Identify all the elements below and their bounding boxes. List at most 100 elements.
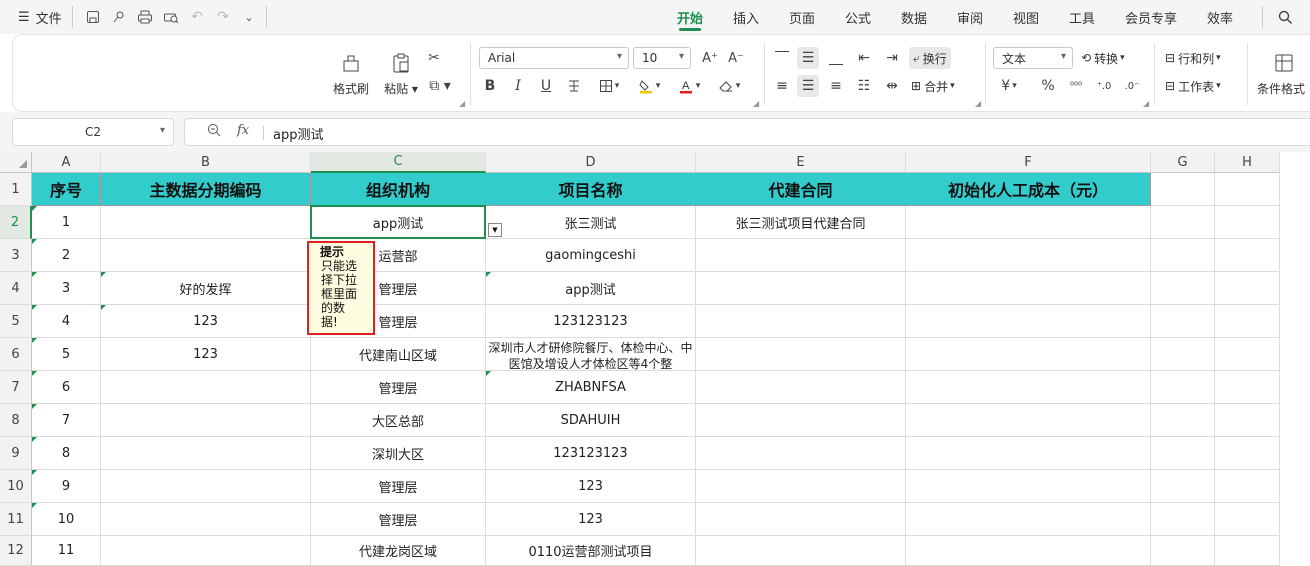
table-cell[interactable]: app测试 [311, 206, 486, 239]
table-cell[interactable] [696, 305, 906, 338]
table-cell[interactable] [906, 371, 1151, 404]
table-cell[interactable]: 张三测试项目代建合同 [696, 206, 906, 239]
cell[interactable] [1151, 239, 1215, 272]
cell[interactable] [1151, 503, 1215, 536]
table-cell[interactable]: 2 [32, 239, 101, 272]
table-cell[interactable]: 6 [32, 371, 101, 404]
print-preview-icon[interactable] [162, 8, 180, 26]
header-cell[interactable]: 组织机构 [311, 173, 486, 206]
table-cell[interactable] [696, 371, 906, 404]
table-cell[interactable]: SDAHUIH [486, 404, 696, 437]
table-cell[interactable] [906, 338, 1151, 371]
table-cell[interactable] [101, 371, 311, 404]
table-cell[interactable] [696, 437, 906, 470]
dropdown-arrow-button[interactable]: ▼ [488, 223, 502, 237]
cell[interactable] [1151, 272, 1215, 305]
header-cell[interactable]: 代建合同 [696, 173, 906, 206]
header-cell[interactable]: 序号 [32, 173, 101, 206]
cell[interactable] [1215, 503, 1280, 536]
table-cell[interactable]: 123 [486, 470, 696, 503]
eraser-icon[interactable]: ▾ [713, 75, 745, 97]
table-cell[interactable]: 深圳市人才研修院餐厅、体检中心、中医馆及增设人才体检区等4个整 [486, 338, 696, 371]
table-cell[interactable]: 管理层 [311, 503, 486, 536]
table-cell[interactable]: 8 [32, 437, 101, 470]
tab-insert[interactable]: 插入 [733, 0, 759, 34]
column-header-g[interactable]: G [1151, 152, 1215, 173]
column-header-c[interactable]: C [311, 152, 486, 173]
align-center-icon[interactable]: ☰ [797, 75, 819, 97]
share-icon[interactable] [110, 8, 128, 26]
table-cell[interactable]: 123 [486, 503, 696, 536]
file-menu[interactable]: ☰ 文件 [18, 0, 62, 34]
zoom-icon[interactable] [207, 123, 221, 141]
strikethrough-icon[interactable] [563, 75, 585, 97]
font-name-select[interactable]: Arial ▾ [479, 47, 629, 69]
table-cell[interactable]: 123123123 [486, 437, 696, 470]
justify-icon[interactable]: ☷ [853, 75, 875, 97]
launcher-icon[interactable]: ◢ [753, 99, 759, 108]
table-cell[interactable] [696, 239, 906, 272]
search-icon[interactable] [1276, 8, 1294, 26]
font-size-select[interactable]: 10 ▾ [633, 47, 691, 69]
column-header-e[interactable]: E [696, 152, 906, 173]
table-cell[interactable] [101, 470, 311, 503]
cell[interactable] [1215, 404, 1280, 437]
conditional-format-button[interactable]: 条件格式 [1257, 45, 1310, 101]
wrap-text-button[interactable]: ⤶ 换行 [909, 47, 951, 69]
row-header-10[interactable]: 10 [0, 470, 32, 503]
increase-font-icon[interactable]: A⁺ [699, 47, 721, 69]
table-cell[interactable] [696, 536, 906, 566]
cell[interactable] [1151, 371, 1215, 404]
italic-icon[interactable]: I [507, 75, 529, 97]
cell[interactable] [1215, 206, 1280, 239]
table-cell[interactable] [696, 503, 906, 536]
column-header-f[interactable]: F [906, 152, 1151, 173]
tab-home[interactable]: 开始 [677, 0, 703, 34]
column-header-a[interactable]: A [32, 152, 101, 173]
table-cell[interactable]: 11 [32, 536, 101, 566]
table-cell[interactable] [101, 437, 311, 470]
column-header-d[interactable]: D [486, 152, 696, 173]
table-cell[interactable] [696, 470, 906, 503]
save-icon[interactable] [84, 8, 102, 26]
table-cell[interactable] [906, 239, 1151, 272]
tab-page[interactable]: 页面 [789, 0, 815, 34]
table-cell[interactable] [696, 404, 906, 437]
cell[interactable] [1215, 173, 1280, 206]
header-cell[interactable]: 项目名称 [486, 173, 696, 206]
table-cell[interactable]: 123123123 [486, 305, 696, 338]
cut-icon[interactable]: ✂ [423, 47, 445, 69]
table-cell[interactable]: 4 [32, 305, 101, 338]
rows-cols-button[interactable]: ⊟ 行和列 ▾ [1165, 47, 1221, 69]
fx-icon[interactable]: fx [237, 123, 249, 138]
table-cell[interactable] [696, 272, 906, 305]
column-header-b[interactable]: B [101, 152, 311, 173]
percent-icon[interactable]: % [1037, 75, 1059, 97]
decrease-decimal-icon[interactable]: .0⁻ [1121, 75, 1143, 97]
convert-button[interactable]: ⟲ 转换 ▾ [1081, 47, 1125, 69]
table-cell[interactable]: 大区总部 [311, 404, 486, 437]
font-color-icon[interactable]: A ▾ [673, 75, 705, 97]
tab-review[interactable]: 审阅 [957, 0, 983, 34]
format-painter-button[interactable]: 格式刷 [329, 45, 373, 101]
cell[interactable] [1151, 206, 1215, 239]
paste-button[interactable]: 粘贴 ▾ [377, 45, 425, 101]
table-cell[interactable]: 5 [32, 338, 101, 371]
select-all-corner[interactable] [0, 152, 32, 173]
cell[interactable] [1151, 305, 1215, 338]
cell[interactable] [1215, 371, 1280, 404]
table-cell[interactable] [906, 272, 1151, 305]
cell[interactable] [1151, 536, 1215, 566]
distributed-icon[interactable]: ⇹ [881, 75, 903, 97]
formula-input[interactable]: fx app测试 [184, 118, 1310, 146]
print-icon[interactable] [136, 8, 154, 26]
table-cell[interactable] [696, 338, 906, 371]
table-cell[interactable]: 9 [32, 470, 101, 503]
align-left-icon[interactable]: ≡ [771, 75, 793, 97]
table-cell[interactable] [906, 305, 1151, 338]
table-cell[interactable] [101, 536, 311, 566]
tab-tools[interactable]: 工具 [1069, 0, 1095, 34]
undo-icon[interactable]: ↶ [188, 8, 206, 26]
borders-icon[interactable]: ▾ [593, 75, 625, 97]
indent-decrease-icon[interactable]: ⇤ [853, 47, 875, 69]
